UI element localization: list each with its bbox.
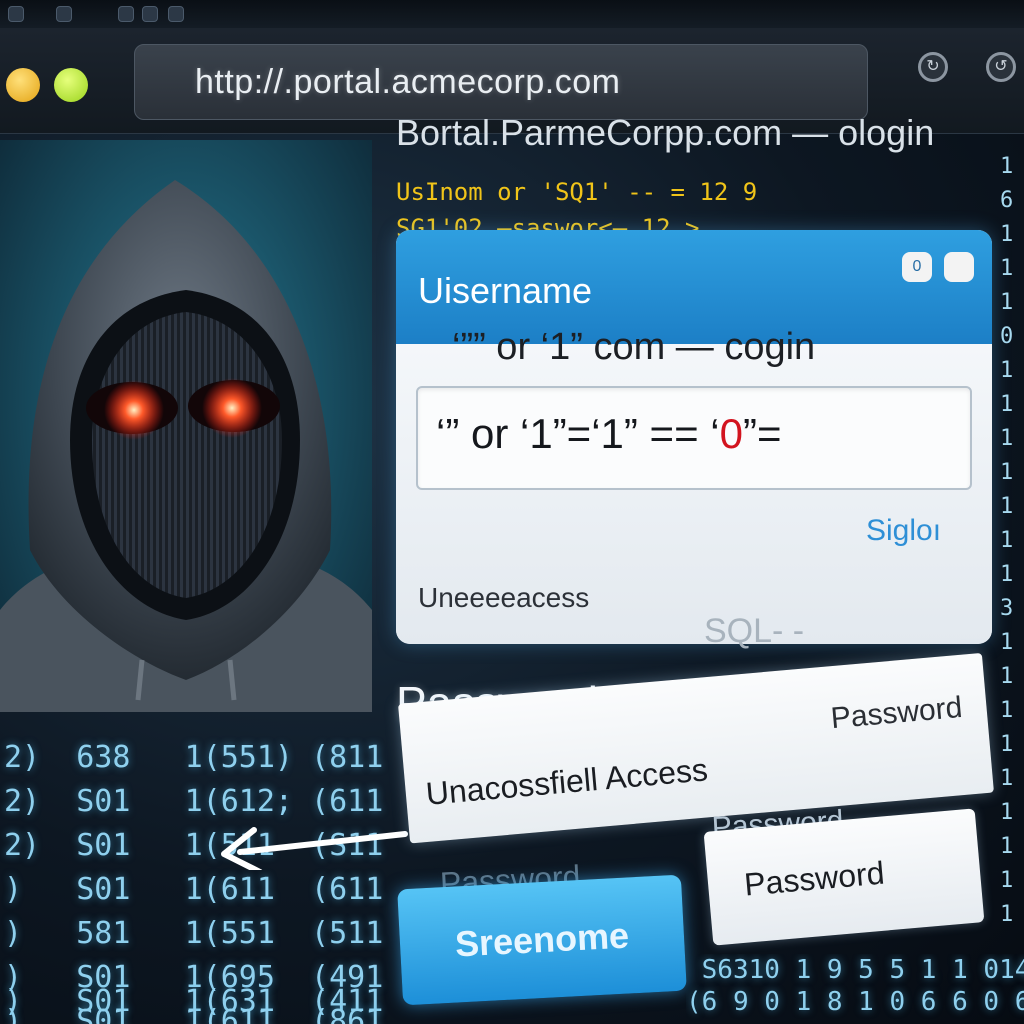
code-line: ) S01 1(611 (611 <box>4 872 384 907</box>
window-button[interactable] <box>944 252 974 282</box>
input-suffix: ”= <box>742 410 782 457</box>
submit-button[interactable]: Sreenome <box>397 874 687 1006</box>
tab-icon[interactable] <box>56 6 72 22</box>
refresh-icon[interactable]: ↺ <box>986 52 1016 82</box>
window-minimize-button[interactable] <box>54 68 88 102</box>
window-button[interactable]: 0 <box>902 252 932 282</box>
url-text[interactable]: http://.portal.acmecorp.com <box>195 63 620 102</box>
tab-icon[interactable] <box>8 6 24 22</box>
password-field[interactable]: Password <box>703 808 985 946</box>
address-bar[interactable]: http://.portal.acmecorp.com <box>134 44 868 120</box>
tab-icon[interactable] <box>142 6 158 22</box>
tab-icon[interactable] <box>118 6 134 22</box>
code-stream-right: 1 6 1 1 1 0 1 1 1 1 1 1 1 3 1 1 1 1 1 1 … <box>1000 154 1014 927</box>
username-value[interactable]: ‘” or ‘1”=‘1” == ‘0”= <box>436 410 781 464</box>
code-line: ) S01 1(611 (861 <box>4 1004 384 1024</box>
window-close-button[interactable] <box>6 68 40 102</box>
input-prefix: ‘” or ‘1”=‘1” == ‘ <box>436 410 720 457</box>
injection-text: UsInom or 'SQ1' -- = 12 9 <box>396 178 758 206</box>
hacker-image-panel <box>0 140 372 712</box>
username-input[interactable]: ‘” or ‘1”=‘1” == ‘0”= <box>416 386 972 490</box>
status-text: Uneeeeacess <box>418 582 590 613</box>
code-line: ) 581 1(551 (511 <box>4 916 384 951</box>
tab-strip <box>0 0 1024 28</box>
password-placeholder: Password <box>829 690 964 736</box>
input-red-char: 0 <box>719 410 743 457</box>
code-line: 2) 638 1(551) (811 <box>4 740 384 775</box>
code-stream-bottom: S6310 1 9 5 5 1 1 0148 3 (6 9 0 1 8 1 0 … <box>686 955 1024 1017</box>
tab-icon[interactable] <box>168 6 184 22</box>
username-hint: ‘”” or ‘1” com — cogin <box>452 326 816 368</box>
sql-label: SQL- - <box>704 612 805 650</box>
username-label: Uisername <box>418 270 593 311</box>
reload-icon[interactable]: ↻ <box>918 52 948 82</box>
tab-icons <box>0 2 1024 26</box>
signin-link[interactable]: Sigloı <box>866 514 941 550</box>
hooded-hacker-figure <box>0 180 372 712</box>
page-title: Bortal.ParmeCorpp.com — ologin <box>396 112 935 153</box>
arrow-left-icon <box>221 827 408 870</box>
access-message: Unacossfiell Access <box>424 751 710 812</box>
login-card: 0 Uisername ‘”” or ‘1” com — cogin ‘” or… <box>396 230 992 644</box>
password-field-text: Password <box>742 854 886 903</box>
